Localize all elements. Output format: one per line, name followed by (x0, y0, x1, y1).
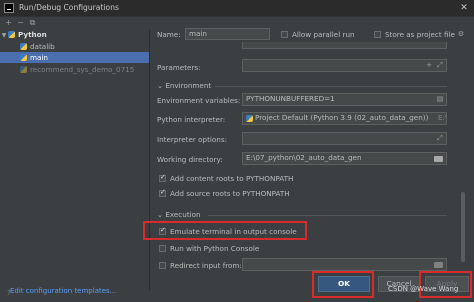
env-vars-label: Environment variables: (157, 96, 241, 105)
interp-options-field[interactable] (242, 132, 447, 145)
tree-item-label: datalib (30, 42, 55, 51)
parameters-field[interactable] (242, 59, 447, 72)
redirect-input-checkbox[interactable] (159, 262, 166, 269)
copy-icon[interactable]: ⧉ (28, 18, 37, 27)
run-with-console-checkbox[interactable] (159, 245, 166, 252)
add-content-roots-checkbox[interactable] (159, 173, 166, 182)
store-project-label: Store as project file (385, 30, 455, 39)
ok-button[interactable]: OK (318, 276, 370, 292)
working-dir-label: Working directory: (157, 155, 223, 164)
tree-item-recommend-sys-demo[interactable]: recommend_sys_demo_0715 (0, 64, 149, 75)
settings-gear-icon[interactable]: ⚙ (456, 29, 466, 39)
watermark: CSDN @Wave Wang (388, 285, 459, 293)
edit-templates-link[interactable]: Edit configuration templates... (10, 287, 116, 295)
interpreter-value: Project Default (Python 3.9 (02_auto_dat… (255, 113, 429, 122)
interpreter-label: Python interpreter: (157, 115, 226, 124)
python-icon (20, 66, 27, 73)
interp-options-label: Interpreter options: (157, 135, 228, 144)
pycharm-app-icon (4, 3, 14, 13)
python-icon (20, 43, 27, 50)
tree-item-label: Python (18, 30, 47, 39)
allow-parallel-checkbox[interactable] (281, 31, 288, 38)
folder-icon[interactable] (434, 262, 443, 268)
store-project-checkbox[interactable] (374, 31, 381, 38)
environment-section-title: Environment (165, 81, 212, 90)
working-dir-value: E:\07_python\02_auto_data_gen (246, 153, 362, 162)
parameters-label: Parameters: (157, 63, 201, 72)
env-vars-value: PYTHONUNBUFFERED=1 (246, 94, 335, 103)
emulate-terminal-label: Emulate terminal in output console (170, 227, 297, 236)
form-scrollbar[interactable] (460, 42, 466, 274)
tree-item-label: recommend_sys_demo_0715 (30, 65, 135, 74)
name-label: Name: (157, 30, 181, 39)
expand-icon[interactable]: ⤢ (435, 60, 445, 70)
python-icon (246, 115, 253, 122)
tree-item-datalib[interactable]: datalib (0, 41, 149, 52)
add-content-roots-label: Add content roots to PYTHONPATH (170, 174, 294, 183)
tree-item-python[interactable]: ▼ Python (0, 29, 149, 40)
add-icon[interactable]: + (4, 18, 13, 27)
python-icon (20, 54, 27, 61)
execution-section-header: ⌄ Execution (157, 210, 201, 219)
add-source-roots-label: Add source roots to PYTHONPATH (170, 189, 290, 198)
remove-icon[interactable]: − (16, 18, 25, 27)
environment-section-header: ⌄ Environment (157, 81, 211, 90)
emulate-terminal-checkbox[interactable] (159, 226, 166, 235)
name-field[interactable]: main (185, 28, 270, 40)
python-icon (8, 31, 15, 38)
env-vars-field[interactable]: PYTHONUNBUFFERED=1 (242, 93, 447, 106)
working-dir-field[interactable]: E:\07_python\02_auto_data_gen (242, 152, 447, 165)
section-divider (215, 86, 447, 87)
title-bar: Run/Debug Configurations ✕ (0, 0, 474, 17)
allow-parallel-label: Allow parallel run (292, 30, 355, 39)
execution-section-title: Execution (165, 210, 201, 219)
window-title: Run/Debug Configurations (19, 3, 119, 12)
folder-icon[interactable] (434, 156, 443, 162)
section-divider (208, 215, 447, 216)
close-icon[interactable]: ✕ (458, 2, 470, 14)
interpreter-path-hint: E:\07_p (438, 113, 447, 122)
config-toolbar: + − ⧉ (0, 17, 150, 29)
redirect-input-field[interactable] (242, 258, 447, 271)
help-icon[interactable]: ? (4, 288, 14, 298)
interpreter-select[interactable]: Project Default (Python 3.9 (02_auto_dat… (242, 112, 447, 125)
config-tree-panel: ▼ Python datalib main recommend_sys_demo_… (0, 29, 150, 295)
expand-icon[interactable]: ⤢ (435, 133, 445, 143)
redirect-input-label: Redirect input from: (170, 261, 242, 270)
tree-item-label: main (30, 53, 48, 62)
tree-item-main[interactable]: main (0, 52, 149, 63)
add-source-roots-checkbox[interactable] (159, 188, 166, 197)
run-with-console-label: Run with Python Console (170, 244, 260, 253)
edit-env-icon[interactable]: ▤ (435, 94, 445, 104)
scrollbar-thumb[interactable] (461, 192, 465, 262)
chevron-down-icon[interactable]: ▼ (0, 30, 8, 41)
add-icon[interactable]: + (424, 60, 434, 70)
script-path-field[interactable] (242, 42, 447, 49)
